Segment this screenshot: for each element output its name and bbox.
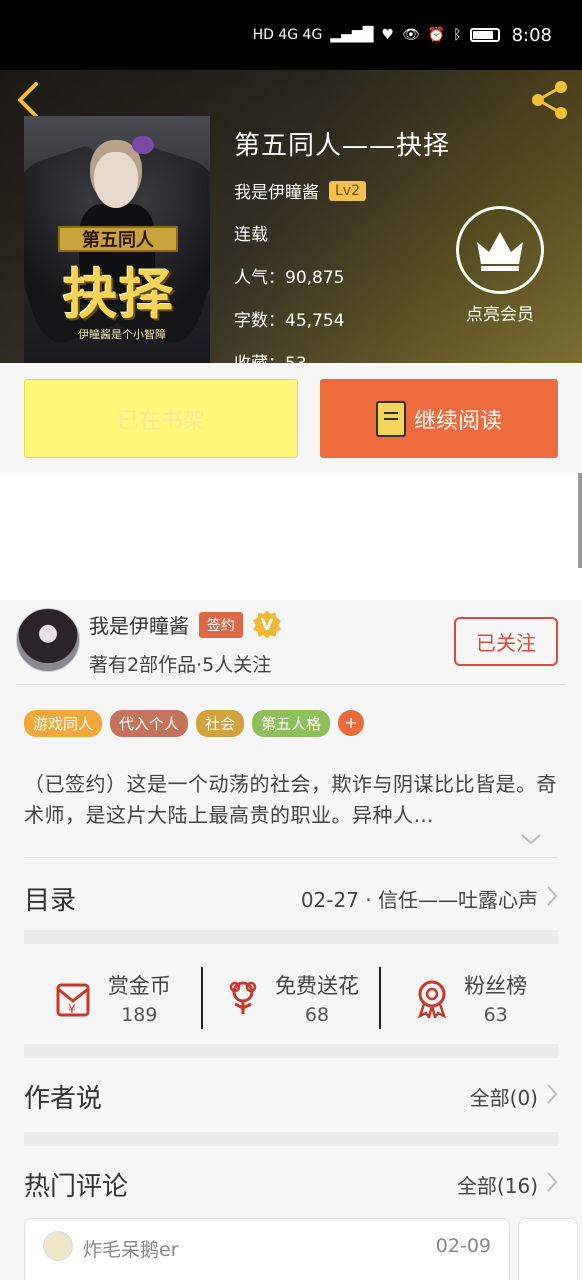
chevron-left-icon bbox=[18, 82, 38, 118]
section-divider bbox=[24, 1044, 558, 1058]
battery-icon bbox=[469, 28, 500, 42]
hot-comments-count: 全部(16) bbox=[456, 1173, 538, 1198]
author-says-row[interactable]: 作者说 全部(0) bbox=[24, 1076, 558, 1116]
author-name-line: 我是伊瞳酱 签约 V bbox=[89, 610, 281, 639]
comment-date: 02-09 bbox=[435, 1235, 491, 1257]
comment-card[interactable]: 炸毛呆鹅er 02-09 bbox=[24, 1218, 510, 1280]
section-divider bbox=[24, 1132, 558, 1146]
action-bar: 已在书架 继续阅读 bbox=[0, 363, 582, 473]
reward-coins-button[interactable]: ¥ 赏金币 189 bbox=[24, 952, 201, 1044]
send-flowers-button[interactable]: 免费送花 68 bbox=[203, 952, 380, 1044]
book-title: 第五同人——抉择 bbox=[234, 131, 451, 161]
book-cover[interactable]: 第五同人 抉择 伊瞳酱是个小智障 bbox=[24, 116, 210, 363]
network-indicator: HD 4G 4G bbox=[252, 27, 323, 43]
tag-game-fanfic[interactable]: 游戏同人 bbox=[24, 710, 103, 737]
share-button[interactable] bbox=[528, 78, 572, 122]
level-badge: Lv2 bbox=[329, 180, 366, 201]
blank-area bbox=[0, 473, 582, 600]
stat-name: 赏金币 bbox=[107, 974, 171, 998]
chevron-right-icon bbox=[546, 1083, 558, 1110]
share-icon bbox=[532, 81, 567, 119]
in-bookshelf-button[interactable]: 已在书架 bbox=[24, 379, 298, 458]
author-name[interactable]: 我是伊瞳酱 bbox=[89, 610, 189, 639]
cover-face bbox=[94, 152, 138, 208]
cover-flower bbox=[132, 136, 154, 154]
tag-list: 游戏同人 代入个人 社会 第五人格 + bbox=[24, 710, 365, 737]
hot-comments-title: 热门评论 bbox=[24, 1171, 129, 1202]
tag-self-insert[interactable]: 代入个人 bbox=[110, 710, 189, 737]
author-stats: 著有2部作品·5人关注 bbox=[89, 654, 272, 676]
vip-label: 点亮会员 bbox=[466, 305, 534, 325]
eye-icon: 👁 bbox=[401, 27, 420, 43]
comment-card-next[interactable] bbox=[518, 1218, 578, 1280]
table-of-contents-row[interactable]: 目录 02-27 · 信任——吐露心声 bbox=[24, 878, 558, 918]
author-says-title: 作者说 bbox=[24, 1083, 103, 1114]
followed-button[interactable]: 已关注 bbox=[454, 617, 558, 666]
continue-reading-label: 继续阅读 bbox=[413, 408, 502, 434]
signal-icon: ▂▄▆█ bbox=[330, 27, 374, 43]
send-flowers-text: 免费送花 68 bbox=[275, 970, 359, 1026]
book-popularity: 人气：90,875 bbox=[234, 268, 345, 288]
health-icon: ♥ bbox=[381, 27, 394, 43]
latest-chapter: 02-27 · 信任——吐露心声 bbox=[300, 887, 538, 912]
book-icon bbox=[375, 400, 406, 437]
clock: 8:08 bbox=[511, 24, 552, 46]
status-icons: HD 4G 4G ▂▄▆█ ♥ 👁 ⏰ ᛒ bbox=[253, 27, 500, 43]
stat-count: 63 bbox=[483, 1004, 508, 1026]
book-info: 第五同人——抉择 我是伊瞳酱 Lv2 连载 人气：90,875 字数：45,75… bbox=[234, 125, 450, 363]
stats-row: ¥ 赏金币 189 免费送花 68 粉丝榜 63 bbox=[24, 952, 558, 1044]
crown-icon bbox=[456, 206, 544, 294]
signed-badge: 签约 bbox=[199, 611, 243, 638]
divider bbox=[16, 684, 566, 685]
comment-user[interactable]: 炸毛呆鹅er bbox=[83, 1235, 179, 1262]
add-tag-icon[interactable]: + bbox=[338, 710, 365, 736]
avatar[interactable] bbox=[16, 608, 80, 672]
verified-icon: V bbox=[253, 610, 281, 639]
hot-comments-all: 全部(16) bbox=[457, 1170, 558, 1199]
vip-button[interactable]: 点亮会员 bbox=[456, 206, 544, 325]
toc-latest: 02-27 · 信任——吐露心声 bbox=[301, 884, 558, 913]
cover-subtitle: 伊瞳酱是个小智障 bbox=[78, 328, 166, 341]
stat-name: 免费送花 bbox=[275, 974, 359, 998]
status-bar: HD 4G 4G ▂▄▆█ ♥ 👁 ⏰ ᛒ 8:08 bbox=[0, 0, 582, 70]
scrollbar[interactable] bbox=[578, 473, 582, 568]
book-description[interactable]: （已签约）这是一个动荡的社会，欺诈与阴谋比比皆是。奇术师，是这片大陆上最高贵的职… bbox=[24, 769, 558, 831]
author-says-all: 全部(0) bbox=[470, 1082, 558, 1111]
alarm-icon: ⏰ bbox=[427, 27, 446, 43]
book-author-line: 我是伊瞳酱 Lv2 bbox=[234, 178, 450, 203]
fan-ranking-button[interactable]: 粉丝榜 63 bbox=[381, 952, 558, 1044]
reward-coins-text: 赏金币 189 bbox=[108, 970, 171, 1026]
book-header: 第五同人 抉择 伊瞳酱是个小智障 第五同人——抉择 我是伊瞳酱 Lv2 连载 人… bbox=[0, 70, 582, 363]
tag-identity-v[interactable]: 第五人格 bbox=[252, 710, 331, 737]
chevron-right-icon bbox=[546, 1171, 558, 1198]
book-favorites: 收藏：53 bbox=[234, 349, 450, 363]
cover-big-title: 抉择 bbox=[63, 262, 175, 326]
stat-count: 189 bbox=[121, 1004, 158, 1026]
chevron-down-icon[interactable] bbox=[520, 830, 542, 851]
cover-band-text: 第五同人 bbox=[58, 226, 178, 252]
stat-count: 68 bbox=[304, 1004, 330, 1026]
avatar[interactable] bbox=[43, 1231, 73, 1261]
bluetooth-icon: ᛒ bbox=[453, 27, 462, 43]
author-says-count: 全部(0) bbox=[469, 1085, 538, 1110]
svg-text:¥: ¥ bbox=[68, 1002, 76, 1016]
book-author[interactable]: 我是伊瞳酱 bbox=[234, 178, 319, 203]
book-word-count: 字数：45,754 bbox=[234, 311, 345, 331]
section-divider bbox=[24, 930, 558, 944]
red-envelope-icon: ¥ bbox=[56, 983, 90, 1017]
back-button[interactable] bbox=[14, 80, 50, 120]
stat-name: 粉丝榜 bbox=[464, 974, 528, 998]
medal-icon bbox=[418, 980, 447, 1018]
tag-society[interactable]: 社会 bbox=[196, 710, 245, 737]
flower-icon bbox=[229, 981, 257, 1014]
divider bbox=[24, 857, 558, 858]
chevron-right-icon bbox=[546, 885, 558, 912]
book-status: 连载 bbox=[234, 225, 268, 245]
toc-title: 目录 bbox=[24, 885, 77, 916]
hot-comments-row[interactable]: 热门评论 全部(16) bbox=[24, 1164, 558, 1204]
continue-reading-button[interactable]: 继续阅读 bbox=[320, 379, 558, 458]
fan-ranking-text: 粉丝榜 63 bbox=[464, 970, 527, 1026]
